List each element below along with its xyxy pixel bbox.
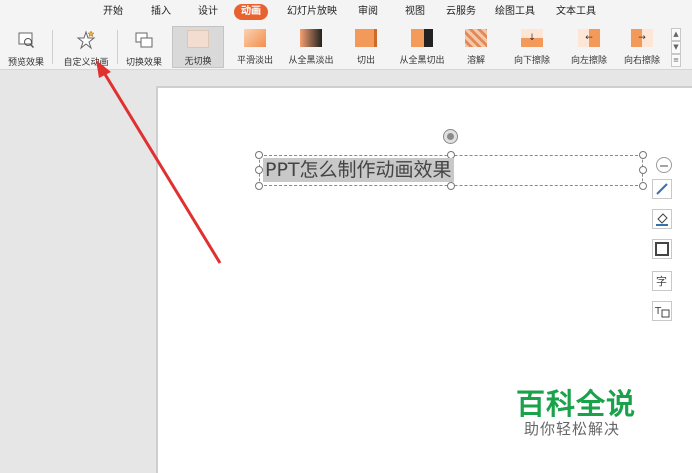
transition-cut-through-black[interactable]: 从全黑切出	[392, 26, 452, 68]
gallery-scroll-down-icon[interactable]: ▼	[671, 41, 681, 54]
rotate-handle-icon[interactable]	[444, 130, 457, 143]
tab-drawing-tools[interactable]: 绘图工具	[495, 4, 535, 20]
tab-slideshow[interactable]: 幻灯片放映	[287, 4, 337, 20]
transition-smooth-fade[interactable]: 平滑淡出	[230, 26, 280, 68]
custom-animation-star-icon	[76, 30, 96, 53]
resize-handle[interactable]	[639, 151, 647, 159]
transition-cut-black-thumbnail-icon	[411, 29, 433, 47]
resize-handle[interactable]	[255, 151, 263, 159]
transition-fade-black-thumbnail-icon	[300, 29, 322, 47]
switch-effect-button[interactable]: 切换效果	[122, 24, 166, 70]
outline-border-icon[interactable]	[652, 239, 672, 259]
tab-animation[interactable]: 动画	[234, 4, 268, 20]
text-box-icon[interactable]: T	[652, 301, 672, 321]
preview-effect-button[interactable]: 预览效果	[4, 24, 48, 70]
svg-text:T: T	[654, 306, 662, 317]
transition-wipe-left-arrow-icon: ←	[578, 29, 600, 47]
resize-handle[interactable]	[255, 182, 263, 190]
custom-animation-button[interactable]: 自定义动画	[58, 24, 114, 70]
transition-cut-label: 切出	[356, 56, 375, 66]
transition-cut-thumbnail-icon	[355, 29, 377, 47]
transition-cut-black-label: 从全黑切出	[399, 56, 445, 66]
watermark-tagline: 助你轻松解决	[524, 420, 621, 438]
preview-effect-label: 预览效果	[7, 58, 44, 68]
transition-dissolve-thumbnail-icon	[465, 29, 487, 47]
transition-fade-through-black[interactable]: 从全黑淡出	[284, 26, 338, 68]
tab-view[interactable]: 视图	[405, 4, 425, 20]
transition-wipe-right-label: 向右擦除	[623, 56, 660, 66]
resize-handle[interactable]	[255, 166, 263, 174]
transition-cut[interactable]: 切出	[346, 26, 386, 68]
gallery-scroll-buttons: ▲ ▼ ≡	[671, 28, 681, 68]
tab-text-tools[interactable]: 文本工具	[556, 4, 596, 20]
custom-animation-label: 自定义动画	[63, 58, 109, 68]
tab-insert[interactable]: 插入	[151, 4, 171, 20]
transition-none-label: 无切换	[184, 57, 212, 67]
resize-handle[interactable]	[639, 166, 647, 174]
tab-cloud-service[interactable]: 云服务	[446, 4, 476, 20]
transition-gallery: 无切换 平滑淡出 从全黑淡出 切出 从全黑切出 溶解 ↓ 向下擦除 ← 向左擦除	[172, 26, 666, 68]
resize-handle[interactable]	[639, 182, 647, 190]
slide-title-text[interactable]: PPT怎么制作动画效果	[263, 158, 454, 182]
transition-wipe-left-label: 向左擦除	[570, 56, 607, 66]
switch-effect-label: 切换效果	[125, 58, 162, 68]
preview-icon	[16, 30, 36, 53]
tab-review[interactable]: 审阅	[358, 4, 378, 20]
transition-smooth-fade-label: 平滑淡出	[236, 56, 273, 66]
transition-smooth-fade-thumbnail-icon	[244, 29, 266, 47]
shape-style-brush-icon[interactable]	[652, 179, 672, 199]
animation-ribbon: 预览效果 自定义动画 切换效果 无切换 平滑淡出 从全黑淡出 切出 从全黑切出 …	[0, 24, 692, 70]
transition-none-thumbnail-icon	[187, 30, 209, 48]
transition-wipe-down-label: 向下擦除	[513, 56, 550, 66]
switch-effect-icon	[134, 30, 154, 53]
tab-start[interactable]: 开始	[103, 4, 123, 20]
transition-fade-black-label: 从全黑淡出	[288, 56, 334, 66]
resize-handle[interactable]	[447, 182, 455, 190]
transition-none[interactable]: 无切换	[172, 26, 224, 68]
tab-design[interactable]: 设计	[198, 4, 218, 20]
transition-wipe-right-arrow-icon: →	[631, 29, 653, 47]
watermark-brand: 百科全说	[516, 387, 637, 421]
svg-text:字: 字	[656, 274, 667, 288]
transition-dissolve[interactable]: 溶解	[456, 26, 496, 68]
gallery-scroll-up-icon[interactable]: ▲	[671, 28, 681, 41]
fill-bucket-icon[interactable]	[652, 209, 672, 229]
transition-wipe-right[interactable]: → 向右擦除	[618, 26, 666, 68]
transition-wipe-down-arrow-icon: ↓	[521, 29, 543, 47]
ribbon-separator	[52, 30, 53, 64]
gallery-expand-icon[interactable]: ≡	[671, 54, 681, 67]
text-effect-icon[interactable]: 字	[652, 271, 672, 291]
transition-wipe-left[interactable]: ← 向左擦除	[564, 26, 614, 68]
collapse-minus-icon[interactable]	[656, 157, 672, 173]
transition-dissolve-label: 溶解	[466, 56, 485, 66]
menu-bar: 开始 插入 设计 动画 幻灯片放映 审阅 视图 云服务 绘图工具 文本工具	[0, 0, 692, 24]
transition-wipe-down[interactable]: ↓ 向下擦除	[506, 26, 558, 68]
ribbon-separator	[117, 30, 118, 64]
